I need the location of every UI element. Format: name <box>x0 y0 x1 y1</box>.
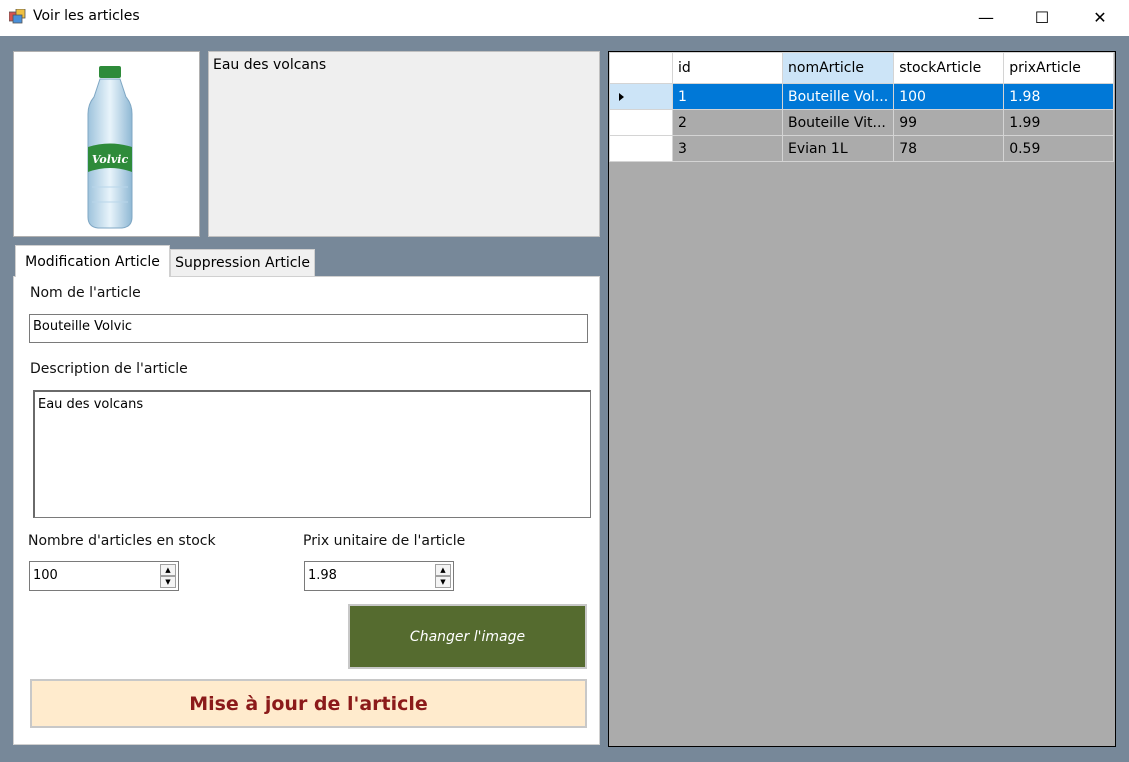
table-cell[interactable]: Bouteille Vit... <box>781 109 895 136</box>
column-header-id[interactable]: id <box>672 52 783 84</box>
close-button[interactable]: ✕ <box>1071 0 1129 34</box>
update-article-label: Mise à jour de l'article <box>189 692 428 715</box>
table-cell[interactable]: Bouteille Vol... <box>781 83 895 110</box>
table-row[interactable]: 2 Bouteille Vit... 99 1.99 <box>609 109 1115 136</box>
table-cell[interactable]: 1 <box>672 83 783 110</box>
table-cell[interactable]: Evian 1L <box>781 135 895 162</box>
description-preview-text: Eau des volcans <box>213 57 327 73</box>
column-header-stockarticle[interactable]: stockArticle <box>893 52 1005 84</box>
price-value: 1.98 <box>308 568 337 583</box>
row-header-corner <box>609 52 673 84</box>
price-label: Prix unitaire de l'article <box>303 533 466 549</box>
table-cell[interactable]: 0.59 <box>1003 135 1115 162</box>
price-spinner[interactable]: 1.98 ▲ ▼ <box>304 561 454 591</box>
bottle-label-text: Volvic <box>92 153 129 166</box>
tab-suppression[interactable]: Suppression Article <box>170 249 315 277</box>
tab-modification[interactable]: Modification Article <box>15 245 170 277</box>
update-article-button[interactable]: Mise à jour de l'article <box>30 679 587 728</box>
stock-down-arrow-icon[interactable]: ▼ <box>160 576 176 588</box>
row-header[interactable] <box>609 83 673 110</box>
row-header[interactable] <box>609 109 673 136</box>
table-cell[interactable]: 100 <box>893 83 1005 110</box>
table-cell[interactable]: 1.99 <box>1003 109 1115 136</box>
stock-label: Nombre d'articles en stock <box>28 533 216 549</box>
minimize-button[interactable]: — <box>957 0 1015 34</box>
description-textarea[interactable]: Eau des volcans <box>33 390 591 518</box>
maximize-icon: ☐ <box>1034 7 1050 27</box>
current-row-arrow-icon <box>619 92 624 101</box>
price-down-arrow-icon[interactable]: ▼ <box>435 576 451 588</box>
column-header-prixarticle[interactable]: prixArticle <box>1003 52 1115 84</box>
title-bar: Voir les articles — ☐ ✕ <box>0 0 1129 36</box>
stock-up-arrow-icon[interactable]: ▲ <box>160 564 176 576</box>
description-textarea-value: Eau des volcans <box>38 397 144 412</box>
articles-table: id nomArticle stockArticle prixArticle 1… <box>609 52 1115 162</box>
stock-value: 100 <box>33 568 58 583</box>
table-row[interactable]: 1 Bouteille Vol... 100 1.98 <box>609 83 1115 110</box>
header-row: id nomArticle stockArticle prixArticle <box>609 52 1115 84</box>
name-label: Nom de l'article <box>30 285 141 301</box>
window-title: Voir les articles <box>33 8 140 24</box>
maximize-button[interactable]: ☐ <box>1013 0 1071 34</box>
price-up-arrow-icon[interactable]: ▲ <box>435 564 451 576</box>
table-cell[interactable]: 78 <box>893 135 1005 162</box>
table-cell[interactable]: 3 <box>672 135 783 162</box>
description-label: Description de l'article <box>30 361 188 377</box>
close-icon: ✕ <box>1093 7 1107 27</box>
tab-suppression-label: Suppression Article <box>175 255 310 271</box>
change-image-label: Changer l'image <box>409 628 526 645</box>
table-cell[interactable]: 1.98 <box>1003 83 1115 110</box>
tab-modification-label: Modification Article <box>25 253 160 270</box>
change-image-button[interactable]: Changer l'image <box>348 604 587 669</box>
table-cell[interactable]: 2 <box>672 109 783 136</box>
table-row[interactable]: 3 Evian 1L 78 0.59 <box>609 135 1115 162</box>
table-cell[interactable]: 99 <box>893 109 1005 136</box>
row-header[interactable] <box>609 135 673 162</box>
app-window-icon <box>9 9 26 24</box>
name-input-value: Bouteille Volvic <box>33 319 133 334</box>
description-preview: Eau des volcans <box>208 51 600 237</box>
stock-spinner[interactable]: 100 ▲ ▼ <box>29 561 179 591</box>
minimize-icon: — <box>978 7 994 27</box>
name-input[interactable]: Bouteille Volvic <box>29 314 588 343</box>
water-bottle-image: Volvic <box>87 66 133 229</box>
article-image-box: Volvic <box>13 51 200 237</box>
articles-grid[interactable]: id nomArticle stockArticle prixArticle 1… <box>608 51 1116 747</box>
column-header-nomarticle[interactable]: nomArticle <box>781 52 895 84</box>
